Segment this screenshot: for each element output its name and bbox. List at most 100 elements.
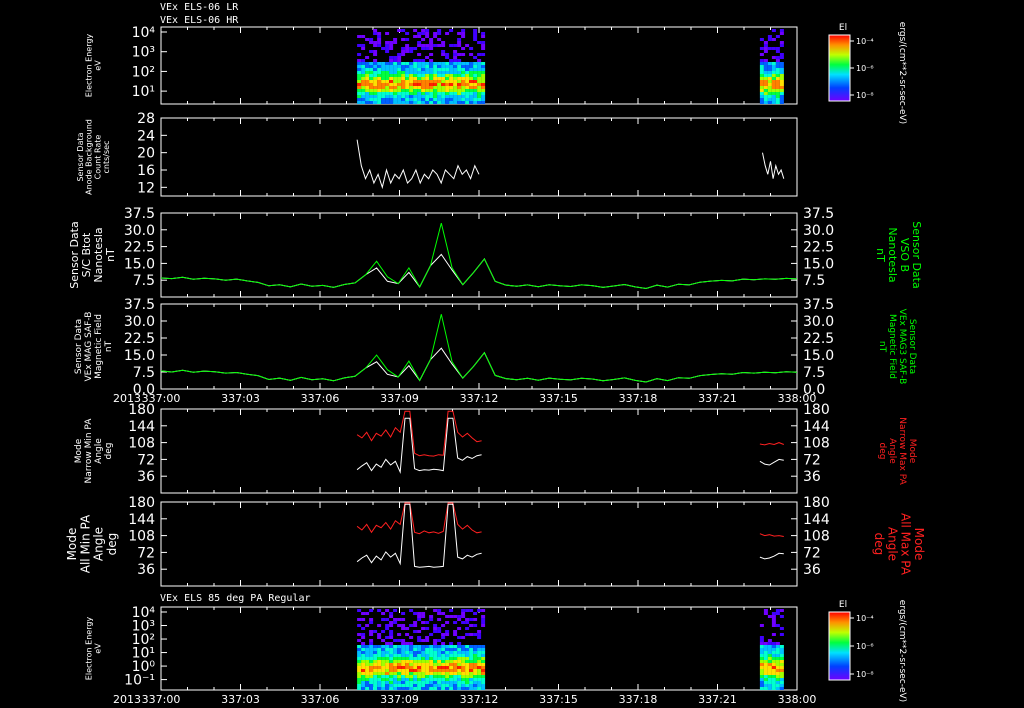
- spectrogram-cell: [389, 687, 394, 690]
- spectrogram-cell: [433, 95, 438, 98]
- spectrogram-cell: [425, 684, 430, 687]
- spectrogram-cell: [393, 651, 398, 654]
- spectrogram-cell: [425, 56, 430, 59]
- spectrogram-cell: [433, 609, 438, 612]
- spectrogram-cell: [393, 687, 398, 690]
- spectrogram-cell: [421, 71, 426, 74]
- spectrogram-cell: [417, 666, 422, 669]
- spectrogram-cell: [469, 65, 474, 68]
- spectrogram-cell: [449, 59, 454, 62]
- spectrogram-cell: [389, 621, 394, 624]
- spectrogram-cell: [425, 83, 430, 86]
- spectrogram-cell: [413, 651, 418, 654]
- series-line-green: [160, 314, 798, 383]
- spectrogram-cell: [429, 684, 434, 687]
- spectrogram-cell: [397, 633, 402, 636]
- spectrogram-cell: [771, 98, 776, 101]
- spectrogram-cell: [461, 651, 466, 654]
- spectrogram-cell: [457, 684, 462, 687]
- series-line-green: [160, 222, 798, 290]
- panel-frame: [160, 212, 798, 298]
- spectrogram-cell: [433, 675, 438, 678]
- y-axis-label: Sensor Data: [68, 221, 81, 288]
- spectrogram-cell: [433, 32, 438, 35]
- spectrogram-cell: [433, 660, 438, 663]
- spectrogram-cell: [469, 77, 474, 80]
- spectrogram-cell: [361, 80, 366, 83]
- spectrogram-cell: [409, 651, 414, 654]
- spectrogram-cell: [767, 642, 772, 645]
- spectrogram-cell: [469, 648, 474, 651]
- spectrogram-cell: [449, 681, 454, 684]
- spectrogram-cell: [477, 86, 482, 89]
- spectrogram-cell: [397, 92, 402, 95]
- spectrogram-cell: [401, 77, 406, 80]
- spectrogram-cell: [465, 678, 470, 681]
- spectrogram-cell: [369, 41, 374, 44]
- y-tick-label: 10⁴: [132, 25, 156, 41]
- spectrogram-cell: [381, 669, 386, 672]
- spectrogram-cell: [417, 630, 422, 633]
- spectrogram-cell: [385, 74, 390, 77]
- y-tick-label: 22.5: [124, 240, 155, 256]
- spectrogram-cell: [357, 666, 362, 669]
- spectrogram-cell: [461, 621, 466, 624]
- spectrogram-cell: [413, 62, 418, 65]
- spectrogram-cell: [389, 86, 394, 89]
- spectrogram-cell: [417, 89, 422, 92]
- series-line-red: [759, 442, 784, 446]
- spectrogram-cell: [389, 68, 394, 71]
- spectrogram-cell: [369, 633, 374, 636]
- spectrogram-cell: [437, 74, 442, 77]
- spectrogram-cell: [421, 80, 426, 83]
- spectrogram-cell: [759, 65, 764, 68]
- spectrogram-cell: [413, 86, 418, 89]
- spectrogram-cell: [373, 80, 378, 83]
- spectrogram-cell: [779, 65, 784, 68]
- spectrogram-cell: [477, 666, 482, 669]
- spectrogram-cell: [481, 645, 486, 648]
- spectrogram-cell: [357, 681, 362, 684]
- spectrogram-cell: [457, 615, 462, 618]
- spectrogram-cell: [763, 660, 768, 663]
- spectrogram-cell: [457, 651, 462, 654]
- spectrogram-cell: [409, 672, 414, 675]
- spectrogram-cell: [401, 47, 406, 50]
- spectrogram-cell: [477, 630, 482, 633]
- spectrogram-cell: [763, 648, 768, 651]
- spectrogram-cell: [417, 675, 422, 678]
- spectrogram-cell: [449, 65, 454, 68]
- spectrogram-cell: [409, 68, 414, 71]
- y-axis-label-right: Sensor Data: [910, 221, 923, 288]
- spectrogram-cell: [401, 648, 406, 651]
- spectrogram-cell: [477, 98, 482, 101]
- spectrogram-cell: [377, 44, 382, 47]
- spectrogram-cell: [357, 618, 362, 621]
- spectrogram-cell: [413, 74, 418, 77]
- spectrogram-cell: [461, 654, 466, 657]
- spectrogram-cell: [763, 675, 768, 678]
- spectrogram-cell: [763, 657, 768, 660]
- spectrogram-cell: [453, 71, 458, 74]
- spectrogram-cell: [393, 95, 398, 98]
- spectrogram-cell: [771, 80, 776, 83]
- spectrogram-cell: [763, 41, 768, 44]
- spectrogram-cell: [401, 83, 406, 86]
- spectrogram-cell: [357, 633, 362, 636]
- y-tick-label-right: 15.0: [803, 256, 834, 272]
- spectrogram-cell: [389, 89, 394, 92]
- spectrogram-cell: [433, 624, 438, 627]
- spectrogram-cell: [357, 86, 362, 89]
- spectrogram-cell: [425, 639, 430, 642]
- spectrogram-cell: [401, 92, 406, 95]
- spectrogram-cell: [453, 666, 458, 669]
- spectrogram-cell: [389, 636, 394, 639]
- y-axis-label: Electron Energy: [85, 34, 94, 98]
- spectrogram-cell: [401, 86, 406, 89]
- spectrogram-cell: [421, 648, 426, 651]
- spectrogram-cell: [469, 86, 474, 89]
- spectrogram-cell: [445, 65, 450, 68]
- y-tick-label-right: 144: [803, 419, 830, 435]
- spectrogram-cell: [397, 29, 402, 32]
- spectrogram-cell: [369, 68, 374, 71]
